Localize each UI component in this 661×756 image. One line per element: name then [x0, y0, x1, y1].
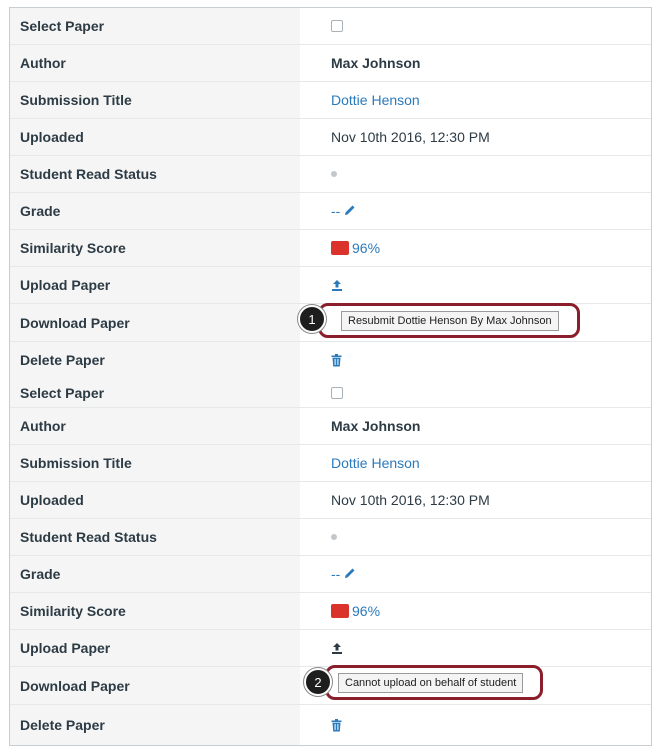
- read-status-label: Student Read Status: [10, 519, 300, 555]
- submission-title-link[interactable]: Dottie Henson: [331, 92, 420, 108]
- download-paper-label: Download Paper: [10, 667, 300, 704]
- select-paper-row: Select Paper: [10, 378, 651, 408]
- delete-paper-label: Delete Paper: [10, 705, 300, 745]
- grade-value[interactable]: --: [331, 566, 340, 582]
- grade-label: Grade: [10, 556, 300, 592]
- resubmit-tooltip: Resubmit Dottie Henson By Max Johnson: [341, 310, 559, 331]
- author-row: Author Max Johnson: [10, 45, 651, 82]
- read-status-row: Student Read Status: [10, 519, 651, 556]
- uploaded-row: Uploaded Nov 10th 2016, 12:30 PM: [10, 482, 651, 519]
- grade-value[interactable]: --: [331, 203, 340, 219]
- read-status-dot-icon: [331, 534, 337, 540]
- similarity-label: Similarity Score: [10, 593, 300, 629]
- upload-paper-label: Upload Paper: [10, 630, 300, 666]
- select-paper-checkbox[interactable]: [331, 386, 343, 399]
- trash-icon[interactable]: [331, 353, 342, 367]
- callout-2: Cannot upload on behalf of student: [325, 665, 543, 700]
- similarity-color-indicator[interactable]: [331, 241, 349, 255]
- pencil-icon[interactable]: [344, 566, 356, 582]
- upload-icon: [331, 642, 343, 655]
- read-status-row: Student Read Status: [10, 156, 651, 193]
- upload-paper-label: Upload Paper: [10, 267, 300, 303]
- similarity-value[interactable]: 96%: [352, 240, 380, 256]
- uploaded-label: Uploaded: [10, 119, 300, 155]
- upload-icon[interactable]: [331, 279, 343, 292]
- upload-paper-row: Upload Paper: [10, 267, 651, 304]
- select-paper-label: Select Paper: [10, 378, 300, 407]
- submission-title-label: Submission Title: [10, 82, 300, 118]
- similarity-label: Similarity Score: [10, 230, 300, 266]
- read-status-dot-icon: [331, 171, 337, 177]
- grade-label: Grade: [10, 193, 300, 229]
- uploaded-value: Nov 10th 2016, 12:30 PM: [331, 492, 490, 508]
- delete-paper-row: Delete Paper: [10, 705, 651, 745]
- submission-title-link[interactable]: Dottie Henson: [331, 455, 420, 471]
- similarity-row: Similarity Score 96%: [10, 593, 651, 630]
- download-paper-label: Download Paper: [10, 304, 300, 341]
- select-paper-checkbox[interactable]: [331, 20, 343, 32]
- submission-title-row: Submission Title Dottie Henson: [10, 82, 651, 119]
- similarity-color-indicator[interactable]: [331, 604, 349, 618]
- delete-paper-label: Delete Paper: [10, 342, 300, 378]
- author-label: Author: [10, 45, 300, 81]
- select-paper-label: Select Paper: [10, 8, 300, 44]
- author-label: Author: [10, 408, 300, 444]
- pencil-icon[interactable]: [344, 203, 356, 219]
- grade-control[interactable]: --: [331, 566, 356, 582]
- select-paper-row: Select Paper: [10, 8, 651, 45]
- uploaded-label: Uploaded: [10, 482, 300, 518]
- callout-number-2: 2: [304, 668, 332, 696]
- grade-control[interactable]: --: [331, 203, 356, 219]
- submissions-panel: Select Paper Author Max Johnson Submissi…: [9, 7, 652, 746]
- author-value: Max Johnson: [331, 418, 421, 434]
- cannot-upload-tooltip: Cannot upload on behalf of student: [338, 672, 524, 693]
- read-status-label: Student Read Status: [10, 156, 300, 192]
- submission-title-row: Submission Title Dottie Henson: [10, 445, 651, 482]
- similarity-value[interactable]: 96%: [352, 603, 380, 619]
- submission-title-label: Submission Title: [10, 445, 300, 481]
- author-value: Max Johnson: [331, 55, 421, 71]
- trash-icon[interactable]: [331, 718, 342, 732]
- callout-1: Resubmit Dottie Henson By Max Johnson: [318, 303, 580, 338]
- grade-row: Grade --: [10, 193, 651, 230]
- upload-paper-row: Upload Paper: [10, 630, 651, 667]
- delete-paper-row: Delete Paper: [10, 342, 651, 378]
- callout-number-1: 1: [298, 305, 326, 333]
- uploaded-row: Uploaded Nov 10th 2016, 12:30 PM: [10, 119, 651, 156]
- uploaded-value: Nov 10th 2016, 12:30 PM: [331, 129, 490, 145]
- grade-row: Grade --: [10, 556, 651, 593]
- author-row: Author Max Johnson: [10, 408, 651, 445]
- similarity-row: Similarity Score 96%: [10, 230, 651, 267]
